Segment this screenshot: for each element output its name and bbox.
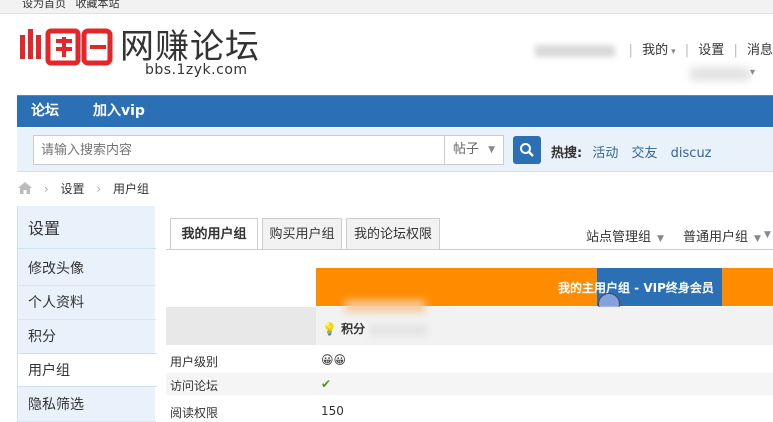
- score-row: [166, 307, 773, 345]
- score-label: 积分: [341, 322, 366, 336]
- row-label: 阅读权限: [170, 406, 219, 420]
- main-nav: 论坛 加入vip: [17, 95, 773, 127]
- row-value: 150: [321, 404, 344, 418]
- bookmark-link[interactable]: 收藏本站: [76, 0, 120, 10]
- more-groups-arrow[interactable]: ▼: [758, 226, 771, 241]
- logo-text[interactable]: 网赚论坛: [120, 27, 260, 67]
- breadcrumb-usergroup[interactable]: 用户组: [113, 182, 149, 196]
- table-row: 访问论坛 ✔: [166, 373, 773, 395]
- settings-link[interactable]: 设置: [698, 43, 724, 58]
- set-homepage-link[interactable]: 设为首页: [22, 0, 66, 10]
- nav-join-vip[interactable]: 加入vip: [79, 96, 159, 127]
- sidebar-item-usergroup[interactable]: 用户组: [18, 353, 157, 387]
- site-admin-group-select[interactable]: 站点管理组 ▼: [586, 226, 664, 245]
- hot-search: 热搜: 活动 交友 discuz: [551, 142, 721, 161]
- hot-term-friends[interactable]: 交友: [632, 146, 658, 161]
- logo-url: bbs.1zyk.com: [145, 62, 248, 78]
- hot-term-activity[interactable]: 活动: [592, 146, 618, 161]
- search-input[interactable]: [33, 135, 461, 165]
- tab-forum-permissions[interactable]: 我的论坛权限: [346, 218, 440, 250]
- table-row: 阅读权限 150: [166, 400, 773, 422]
- home-icon[interactable]: [18, 182, 32, 194]
- nav-forum[interactable]: 论坛: [17, 96, 73, 127]
- blurred-region: [345, 300, 425, 312]
- check-icon: ✔: [321, 377, 332, 391]
- row-value: 😀😀: [321, 353, 347, 367]
- group-header-text: 我的主用户组 - VIP终身会员: [558, 281, 714, 295]
- table-row: 用户级别 😀😀: [166, 349, 773, 371]
- my-link[interactable]: 我的: [642, 43, 668, 58]
- sidebar-title: 设置: [28, 219, 61, 238]
- normal-group-select[interactable]: 普通用户组 ▼: [683, 226, 761, 245]
- search-button[interactable]: [513, 136, 541, 164]
- search-type-value: 帖子: [453, 142, 480, 157]
- top-bar: 设为首页 收藏本站: [0, 0, 773, 14]
- site-admin-group-label: 站点管理组: [586, 230, 652, 245]
- chevron-down-icon: ▼: [657, 234, 664, 244]
- score-header: 💡 积分: [322, 320, 428, 337]
- tab-divider: [166, 249, 773, 250]
- hot-term-discuz[interactable]: discuz: [671, 146, 712, 161]
- normal-group-label: 普通用户组: [683, 230, 749, 245]
- row-label: 用户级别: [170, 355, 219, 369]
- sidebar-item-credits[interactable]: 积分: [18, 320, 156, 354]
- blurred-info: [690, 67, 750, 81]
- score-value-blurred: [369, 323, 428, 336]
- sidebar-item-privacy[interactable]: 隐私筛选: [18, 388, 156, 422]
- top-links: 设为首页 收藏本站: [22, 0, 126, 11]
- tab-buy-usergroup[interactable]: 购买用户组: [262, 218, 342, 250]
- sidebar-item-avatar[interactable]: 修改头像: [18, 252, 156, 286]
- chevron-down-icon: ▼: [488, 145, 495, 155]
- breadcrumb-settings[interactable]: 设置: [60, 182, 84, 196]
- tab-my-usergroup[interactable]: 我的用户组: [170, 218, 258, 250]
- header: 网赚论坛 bbs.1zyk.com | 我的 ▾ | 设置 | 消息 ▾: [0, 15, 773, 95]
- chevron-down-icon[interactable]: ▾: [750, 67, 755, 78]
- chevron-down-icon: ▼: [764, 230, 771, 240]
- username-blurred[interactable]: [535, 44, 616, 57]
- messages-link[interactable]: 消息: [747, 43, 773, 58]
- search-type-select[interactable]: 帖子 ▼: [444, 135, 504, 165]
- sidebar-item-profile[interactable]: 个人资料: [18, 286, 156, 320]
- breadcrumb: › 设置 › 用户组: [18, 180, 149, 198]
- search-icon: [520, 143, 534, 157]
- user-nav: | 我的 ▾ | 设置 | 消息: [535, 39, 773, 58]
- row-label: 访问论坛: [170, 379, 219, 393]
- lightbulb-icon: 💡: [322, 322, 337, 336]
- sidebar: 设置 修改头像 个人资料 积分 用户组 隐私筛选: [17, 206, 157, 422]
- search-bar: 帖子 ▼ 热搜: 活动 交友 discuz: [17, 128, 773, 172]
- hot-search-label: 热搜:: [551, 146, 583, 161]
- logo-icon[interactable]: [18, 27, 114, 67]
